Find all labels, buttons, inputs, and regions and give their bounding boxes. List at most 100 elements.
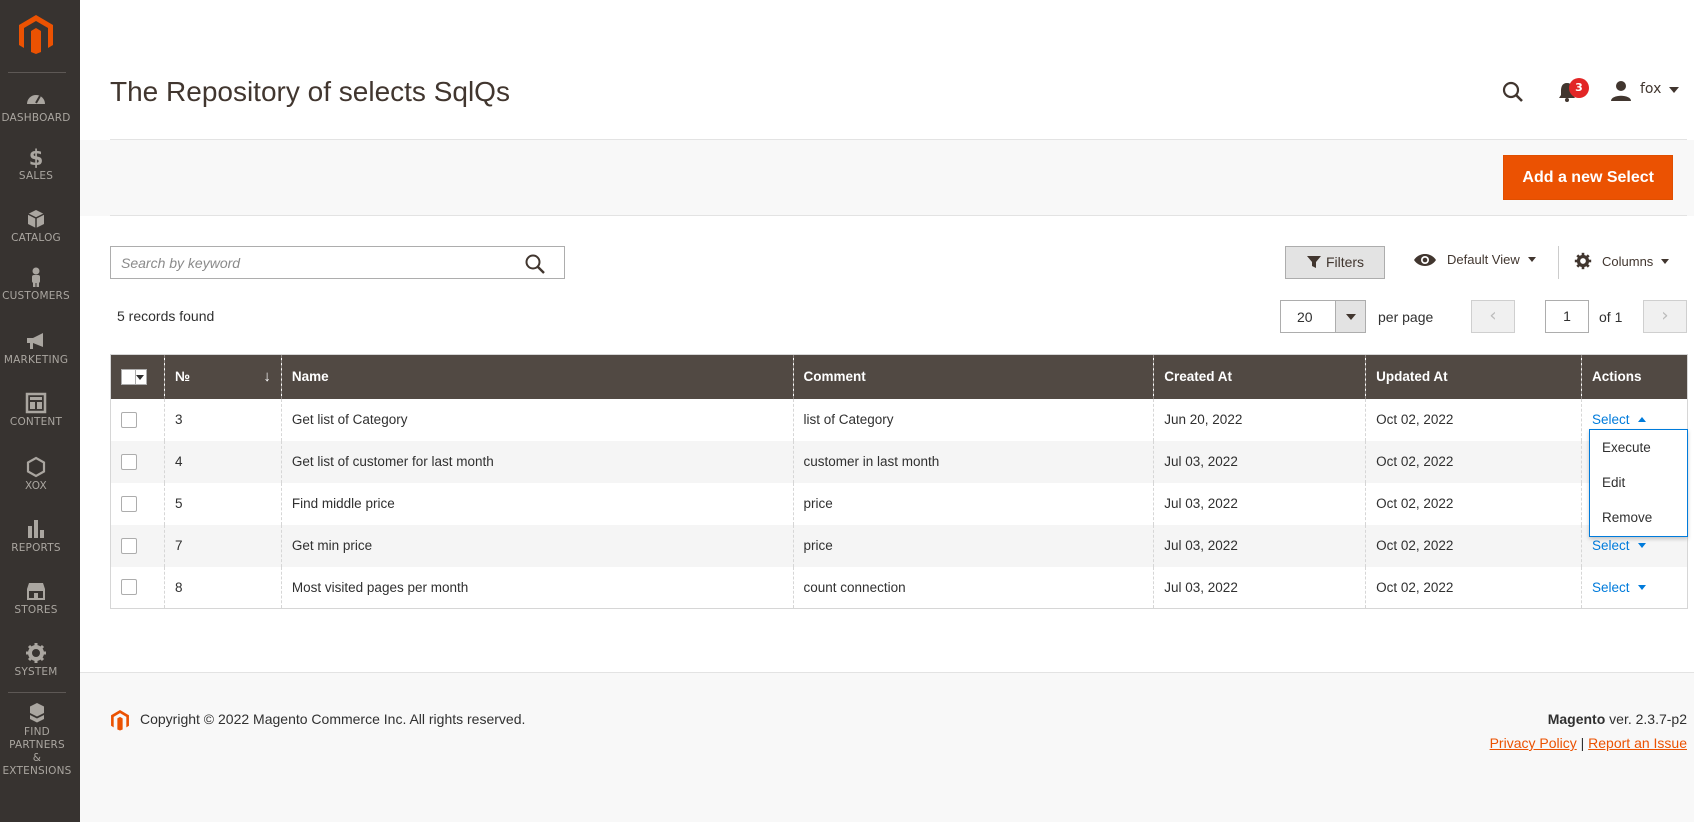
cell-created: Jul 03, 2022: [1153, 482, 1367, 525]
cell-created: Jul 03, 2022: [1153, 440, 1367, 483]
page-number-input[interactable]: 1: [1545, 300, 1589, 333]
sidebar-item-xox[interactable]: XOX: [0, 456, 72, 493]
cell-comment: list of Category: [792, 398, 1155, 441]
cell-name: Get list of Category: [280, 398, 794, 441]
sidebar-item-stores[interactable]: STORES: [0, 580, 72, 617]
row-action-select[interactable]: Select: [1592, 412, 1646, 427]
sidebar-item-dashboard[interactable]: DASHBOARD: [0, 88, 72, 125]
store-icon: [27, 583, 45, 600]
column-header-name[interactable]: Name: [280, 354, 794, 399]
columns-dropdown[interactable]: Columns: [1574, 252, 1670, 270]
sidebar-item-label: REPORTS: [11, 542, 61, 554]
sidebar-item-marketing[interactable]: MARKETING: [0, 330, 72, 367]
mass-select-header: [110, 354, 165, 399]
sort-arrow-icon: ↓: [263, 368, 271, 385]
cell-updated: Oct 02, 2022: [1365, 398, 1582, 441]
sidebar-item-system[interactable]: SYSTEM: [0, 642, 72, 679]
action-menu-item-edit[interactable]: Edit: [1590, 473, 1687, 508]
report-issue-link[interactable]: Report an Issue: [1588, 735, 1687, 751]
sidebar-item-partners[interactable]: FIND PARTNERS & EXTENSIONS: [0, 702, 74, 778]
version-text: Magento ver. 2.3.7-p2: [1547, 711, 1687, 727]
sidebar-item-label: SYSTEM: [14, 666, 58, 678]
sidebar-item-label: DASHBOARD: [1, 112, 71, 124]
user-icon[interactable]: [1610, 80, 1632, 102]
row-checkbox[interactable]: [121, 495, 137, 512]
search-box: [110, 246, 565, 279]
records-found: 5 records found: [117, 308, 215, 324]
column-header-updated[interactable]: Updated At: [1365, 354, 1582, 399]
row-checkbox[interactable]: [121, 579, 137, 596]
cell-updated: Oct 02, 2022: [1365, 566, 1582, 609]
sidebar-divider: [8, 72, 66, 73]
cell-name: Get list of customer for last month: [280, 440, 794, 483]
column-header-id[interactable]: № ↓: [163, 354, 282, 399]
action-menu-item-execute[interactable]: Execute: [1590, 438, 1687, 473]
cell-created: Jul 03, 2022: [1153, 566, 1367, 609]
chevron-down-icon: [1637, 543, 1646, 548]
cell-comment: price: [792, 482, 1155, 525]
main-area: The Repository of selects SqlQs 3 fox Ad…: [80, 0, 1694, 822]
row-action-menu: Execute Edit Remove: [1589, 429, 1688, 537]
chevron-up-icon: [1637, 417, 1646, 422]
cell-created: Jul 03, 2022: [1153, 524, 1367, 567]
action-menu-item-remove[interactable]: Remove: [1590, 508, 1687, 543]
chevron-down-icon: [1637, 584, 1646, 590]
cube-icon: [27, 210, 45, 228]
table-row: 5 Find middle price price Jul 03, 2022 O…: [110, 482, 1689, 525]
next-page-button[interactable]: ›: [1643, 300, 1687, 333]
user-name[interactable]: fox: [1640, 81, 1661, 97]
chevron-left-icon: ‹: [1489, 305, 1497, 326]
search-input[interactable]: [111, 247, 511, 278]
gear-icon: [26, 643, 46, 663]
sidebar: DASHBOARD $ SALES CATALOG CUSTOMERS MARK…: [0, 0, 80, 822]
sidebar-item-label: & EXTENSIONS: [2, 752, 72, 777]
sidebar-item-sales[interactable]: $ SALES: [0, 146, 72, 183]
sidebar-item-label: MARKETING: [3, 354, 69, 366]
sidebar-item-customers[interactable]: CUSTOMERS: [0, 266, 72, 303]
filters-button[interactable]: Filters: [1285, 246, 1385, 279]
page-footer: Copyright © 2022 Magento Commerce Inc. A…: [80, 672, 1694, 822]
boxes-icon: [30, 703, 44, 723]
mass-select-dropdown[interactable]: [121, 368, 147, 385]
sidebar-item-catalog[interactable]: CATALOG: [0, 208, 72, 245]
row-action-select[interactable]: Select: [1592, 580, 1646, 595]
sidebar-item-label: CONTENT: [9, 416, 63, 428]
magento-logo-icon[interactable]: [17, 14, 55, 54]
row-checkbox[interactable]: [121, 453, 137, 470]
cell-name: Find middle price: [280, 482, 794, 525]
per-page-value: 20: [1297, 309, 1313, 325]
page-title: The Repository of selects SqlQs: [110, 76, 510, 107]
notification-badge[interactable]: 3: [1569, 78, 1589, 98]
column-header-created[interactable]: Created At: [1153, 354, 1367, 399]
person-icon: [32, 267, 40, 287]
grid-content: Filters Default View Columns 5 records f…: [80, 216, 1694, 672]
chevron-right-icon: ›: [1661, 305, 1669, 326]
cell-comment: price: [792, 524, 1155, 567]
search-icon[interactable]: [524, 253, 546, 275]
previous-page-button[interactable]: ‹: [1471, 300, 1515, 333]
column-header-comment[interactable]: Comment: [792, 354, 1155, 399]
row-checkbox[interactable]: [121, 537, 137, 554]
cell-id: 8: [163, 566, 282, 609]
cell-updated: Oct 02, 2022: [1365, 482, 1582, 525]
chevron-down-icon: [1661, 259, 1670, 264]
chevron-down-icon[interactable]: [1335, 301, 1365, 332]
cell-updated: Oct 02, 2022: [1365, 524, 1582, 567]
cell-id: 7: [163, 524, 282, 567]
sidebar-item-reports[interactable]: REPORTS: [0, 518, 72, 555]
sidebar-item-label: STORES: [14, 604, 58, 616]
sidebar-item-content[interactable]: CONTENT: [0, 392, 72, 429]
cell-comment: count connection: [792, 566, 1155, 609]
table-row: 3 Get list of Category list of Category …: [110, 398, 1689, 441]
sidebar-item-label: FIND PARTNERS: [9, 726, 65, 751]
cell-id: 3: [163, 398, 282, 441]
default-view-dropdown[interactable]: Default View: [1413, 252, 1536, 268]
chevron-down-icon[interactable]: [1669, 87, 1679, 93]
add-new-select-button[interactable]: Add a new Select: [1503, 155, 1673, 200]
per-page-select[interactable]: 20: [1280, 300, 1366, 333]
search-icon[interactable]: [1501, 80, 1525, 104]
privacy-policy-link[interactable]: Privacy Policy: [1490, 735, 1577, 751]
row-checkbox[interactable]: [121, 411, 137, 428]
svg-text:$: $: [29, 146, 44, 168]
per-page-label: per page: [1378, 309, 1434, 325]
